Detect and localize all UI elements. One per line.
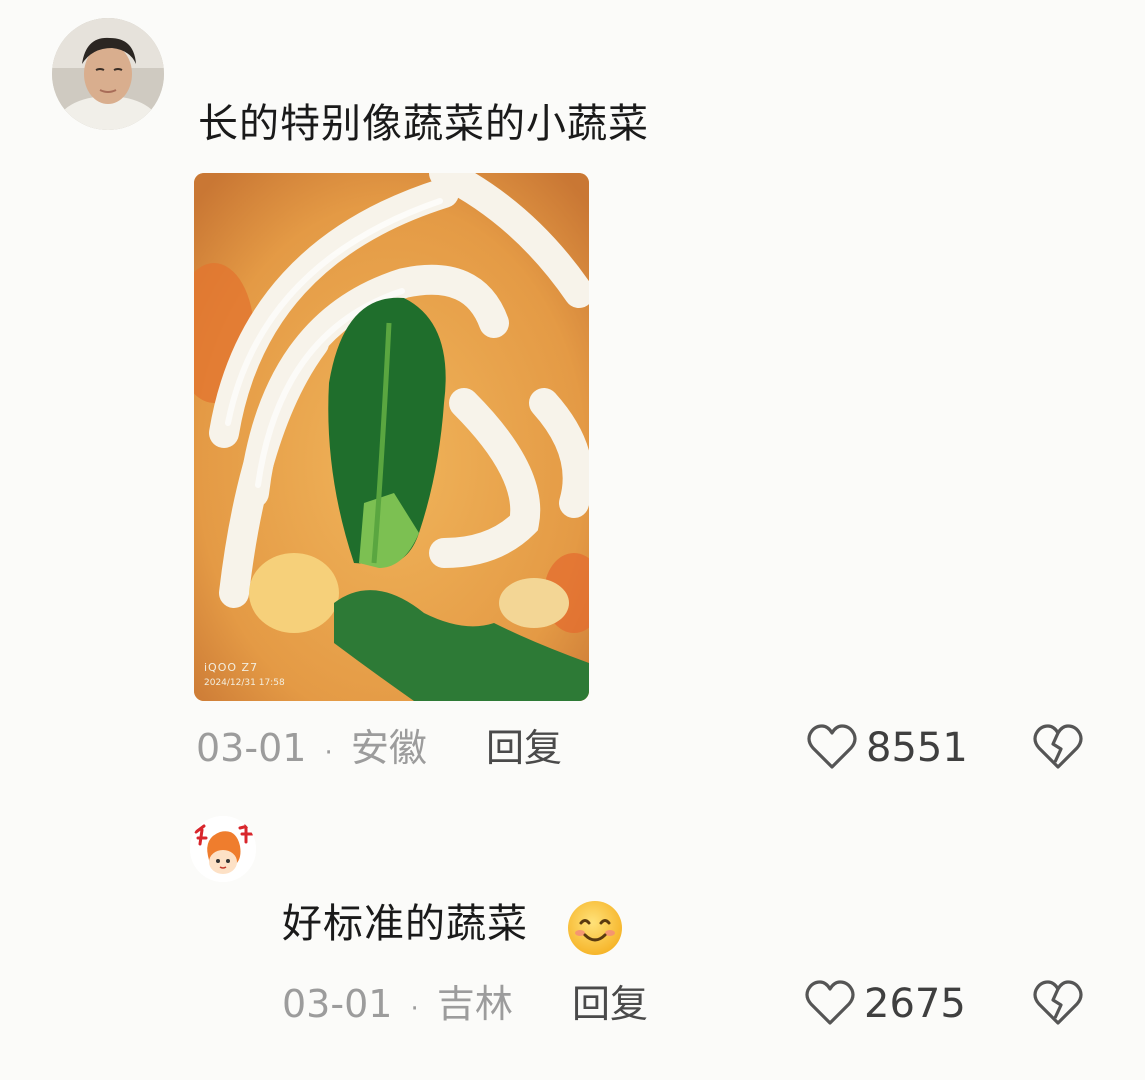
reply-meta: 03-01 · 吉林 xyxy=(282,982,513,1031)
meta-separator: · xyxy=(410,994,419,1024)
reply-location: 吉林 xyxy=(436,982,513,1026)
reply-button[interactable]: 回复 xyxy=(486,726,562,770)
noodle-soup-photo xyxy=(194,173,589,701)
comment-location: 安徽 xyxy=(350,726,427,770)
smiling-face-emoji xyxy=(566,899,624,957)
broken-heart-icon xyxy=(1033,980,1083,1025)
comment-photo[interactable]: iQOO Z7 2024/12/31 17:58 xyxy=(194,173,589,701)
photo-watermark-date: 2024/12/31 17:58 xyxy=(204,678,285,688)
reply-reply-button[interactable]: 回复 xyxy=(572,982,648,1026)
reply-like-count: 2675 xyxy=(864,981,966,1027)
comment-text: 长的特别像蔬菜的小蔬菜 xyxy=(198,101,649,147)
dislike-button[interactable] xyxy=(1032,722,1084,772)
smile-icon xyxy=(568,901,622,955)
meta-separator: · xyxy=(324,738,333,768)
reply-date: 03-01 xyxy=(282,982,393,1026)
reply-like-button[interactable] xyxy=(804,978,856,1028)
comment-meta: 03-01 · 安徽 xyxy=(196,726,427,775)
heart-outline-icon xyxy=(805,980,855,1025)
avatar-cartoon-image xyxy=(190,816,256,882)
like-button[interactable] xyxy=(806,722,858,772)
avatar-portrait-image xyxy=(52,18,164,130)
reply-dislike-button[interactable] xyxy=(1032,978,1084,1028)
comment-date: 03-01 xyxy=(196,726,307,770)
user-avatar[interactable] xyxy=(52,18,164,130)
photo-watermark-brand: iQOO Z7 xyxy=(204,661,259,674)
broken-heart-icon xyxy=(1033,724,1083,769)
heart-outline-icon xyxy=(807,724,857,769)
reply-text: 好标准的蔬菜 xyxy=(282,901,528,947)
reply-user-avatar[interactable] xyxy=(190,816,256,882)
like-count: 8551 xyxy=(866,725,968,771)
